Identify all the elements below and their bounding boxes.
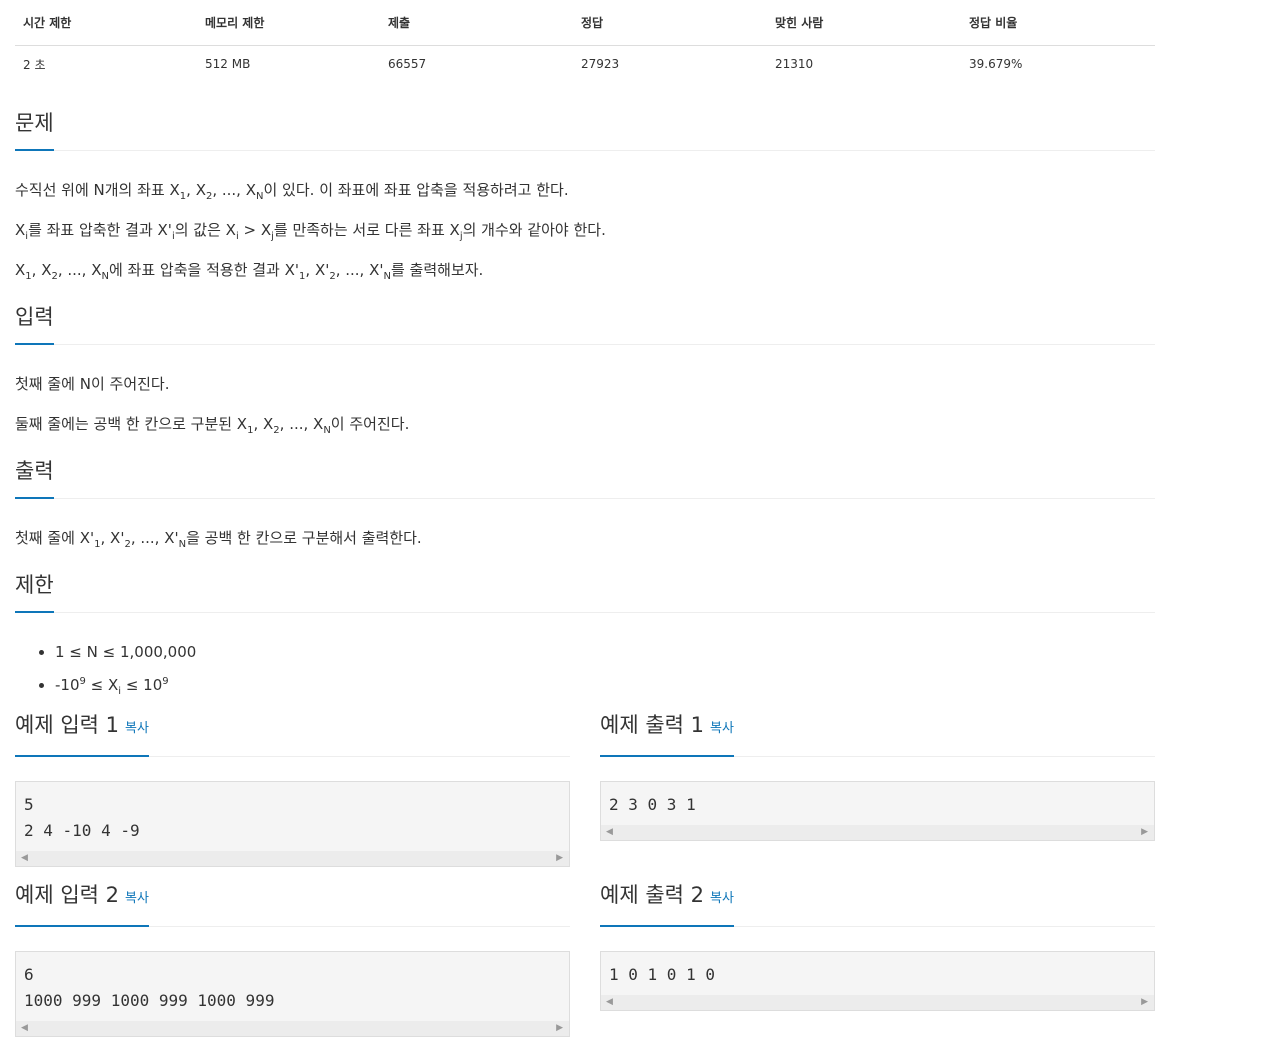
value-time-limit: 2 초 bbox=[23, 57, 46, 72]
horizontal-scrollbar[interactable]: ◀ ▶ bbox=[601, 995, 1154, 1010]
sample-output-1: 예제 출력 1 복사 2 3 0 3 1 ◀ ▶ bbox=[600, 712, 1155, 841]
value-accepted: 27923 bbox=[581, 57, 620, 71]
problem-line-1: 수직선 위에 N개의 좌표 X1, X2, ..., XN이 있다. 이 좌표에… bbox=[15, 181, 569, 202]
sample-output-1-headline: 예제 출력 1 복사 bbox=[600, 712, 1155, 757]
problem-section: 문제 수직선 위에 N개의 좌표 X1, X2, ..., XN이 있다. 이 … bbox=[15, 108, 1155, 282]
problem-info: 시간 제한 메모리 제한 제출 정답 맞힌 사람 정답 비율 2 초 512 M… bbox=[15, 0, 1155, 83]
horizontal-scrollbar[interactable]: ◀ ▶ bbox=[601, 825, 1154, 840]
copy-button[interactable]: 복사 bbox=[125, 891, 149, 906]
sample-input-1-box: 5 2 4 -10 4 -9 ◀ ▶ bbox=[15, 781, 570, 867]
copy-button[interactable]: 복사 bbox=[710, 721, 734, 736]
sample-input-1-heading: 예제 입력 1 복사 bbox=[15, 712, 149, 757]
header-memory-limit: 메모리 제한 bbox=[197, 0, 380, 46]
sample-output-2-heading: 예제 출력 2 복사 bbox=[600, 882, 734, 927]
sample-input-1-title: 예제 입력 1 bbox=[15, 713, 119, 737]
problem-info-table: 시간 제한 메모리 제한 제출 정답 맞힌 사람 정답 비율 2 초 512 M… bbox=[15, 0, 1155, 83]
sample-output-1-box: 2 3 0 3 1 ◀ ▶ bbox=[600, 781, 1155, 841]
sample-output-1-heading: 예제 출력 1 복사 bbox=[600, 712, 734, 757]
header-accept-ratio: 정답 비율 bbox=[961, 0, 1155, 46]
scroll-right-icon[interactable]: ▶ bbox=[556, 852, 563, 865]
limits-title: 제한 bbox=[15, 572, 54, 613]
info-value-row: 2 초 512 MB 66557 27923 21310 39.679% bbox=[15, 45, 1155, 83]
sample-input-2-title: 예제 입력 2 bbox=[15, 883, 119, 907]
input-line-1: 첫째 줄에 N이 주어진다. bbox=[15, 375, 170, 393]
scroll-left-icon[interactable]: ◀ bbox=[606, 996, 613, 1009]
limits-list: 1 ≤ N ≤ 1,000,000 -109 ≤ Xi ≤ 109 bbox=[15, 637, 196, 707]
limits-section: 제한 1 ≤ N ≤ 1,000,000 -109 ≤ Xi ≤ 109 bbox=[15, 570, 1155, 697]
sample-output-2-content: 1 0 1 0 1 0 bbox=[609, 965, 715, 984]
copy-button[interactable]: 복사 bbox=[710, 891, 734, 906]
value-solved-users: 21310 bbox=[775, 57, 814, 71]
scroll-right-icon[interactable]: ▶ bbox=[1141, 996, 1148, 1009]
header-accepted: 정답 bbox=[573, 0, 767, 46]
output-section: 출력 첫째 줄에 X'1, X'2, ..., X'N을 공백 한 칸으로 구분… bbox=[15, 456, 1155, 550]
input-section: 입력 첫째 줄에 N이 주어진다. 둘째 줄에는 공백 한 칸으로 구분된 X1… bbox=[15, 302, 1155, 436]
header-time-limit: 시간 제한 bbox=[15, 0, 197, 46]
sample-input-1-headline: 예제 입력 1 복사 bbox=[15, 712, 570, 757]
input-headline: 입력 bbox=[15, 302, 1155, 345]
limit-item-x: -109 ≤ Xi ≤ 109 bbox=[55, 667, 196, 707]
sample-input-2: 예제 입력 2 복사 6 1000 999 1000 999 1000 999 ◀… bbox=[15, 882, 570, 1037]
sample-input-2-content: 6 1000 999 1000 999 1000 999 bbox=[24, 965, 275, 1010]
sample-input-2-heading: 예제 입력 2 복사 bbox=[15, 882, 149, 927]
sample-output-2-box: 1 0 1 0 1 0 ◀ ▶ bbox=[600, 951, 1155, 1011]
value-memory-limit: 512 MB bbox=[205, 57, 251, 71]
limits-headline: 제한 bbox=[15, 570, 1155, 613]
header-solved-users: 맞힌 사람 bbox=[767, 0, 961, 46]
sample-input-2-box: 6 1000 999 1000 999 1000 999 ◀ ▶ bbox=[15, 951, 570, 1037]
output-title: 출력 bbox=[15, 458, 54, 499]
value-accept-ratio: 39.679% bbox=[969, 57, 1023, 71]
problem-headline: 문제 bbox=[15, 108, 1155, 151]
header-submissions: 제출 bbox=[380, 0, 573, 46]
scroll-right-icon[interactable]: ▶ bbox=[556, 1022, 563, 1035]
sample-input-1: 예제 입력 1 복사 5 2 4 -10 4 -9 ◀ ▶ bbox=[15, 712, 570, 867]
sample-output-1-title: 예제 출력 1 bbox=[600, 713, 704, 737]
sample-input-2-headline: 예제 입력 2 복사 bbox=[15, 882, 570, 927]
scroll-left-icon[interactable]: ◀ bbox=[21, 852, 28, 865]
output-headline: 출력 bbox=[15, 456, 1155, 499]
problem-line-3: X1, X2, ..., XN에 좌표 압축을 적용한 결과 X'1, X'2,… bbox=[15, 261, 484, 282]
problem-line-2: Xi를 좌표 압축한 결과 X'i의 값은 Xi > Xj를 만족하는 서로 다… bbox=[15, 221, 606, 242]
value-submissions: 66557 bbox=[388, 57, 427, 71]
horizontal-scrollbar[interactable]: ◀ ▶ bbox=[16, 1021, 569, 1036]
sample-output-2-title: 예제 출력 2 bbox=[600, 883, 704, 907]
info-header-row: 시간 제한 메모리 제한 제출 정답 맞힌 사람 정답 비율 bbox=[15, 0, 1155, 46]
copy-button[interactable]: 복사 bbox=[125, 721, 149, 736]
horizontal-scrollbar[interactable]: ◀ ▶ bbox=[16, 851, 569, 866]
scroll-right-icon[interactable]: ▶ bbox=[1141, 826, 1148, 839]
sample-output-2-headline: 예제 출력 2 복사 bbox=[600, 882, 1155, 927]
scroll-left-icon[interactable]: ◀ bbox=[21, 1022, 28, 1035]
input-title: 입력 bbox=[15, 304, 54, 345]
sample-output-2: 예제 출력 2 복사 1 0 1 0 1 0 ◀ ▶ bbox=[600, 882, 1155, 1011]
sample-input-1-content: 5 2 4 -10 4 -9 bbox=[24, 795, 140, 840]
limit-item-n: 1 ≤ N ≤ 1,000,000 bbox=[55, 637, 196, 667]
scroll-left-icon[interactable]: ◀ bbox=[606, 826, 613, 839]
input-line-2: 둘째 줄에는 공백 한 칸으로 구분된 X1, X2, ..., XN이 주어진… bbox=[15, 415, 410, 436]
problem-title: 문제 bbox=[15, 110, 54, 151]
sample-output-1-content: 2 3 0 3 1 bbox=[609, 795, 696, 814]
output-line-1: 첫째 줄에 X'1, X'2, ..., X'N을 공백 한 칸으로 구분해서 … bbox=[15, 529, 422, 550]
